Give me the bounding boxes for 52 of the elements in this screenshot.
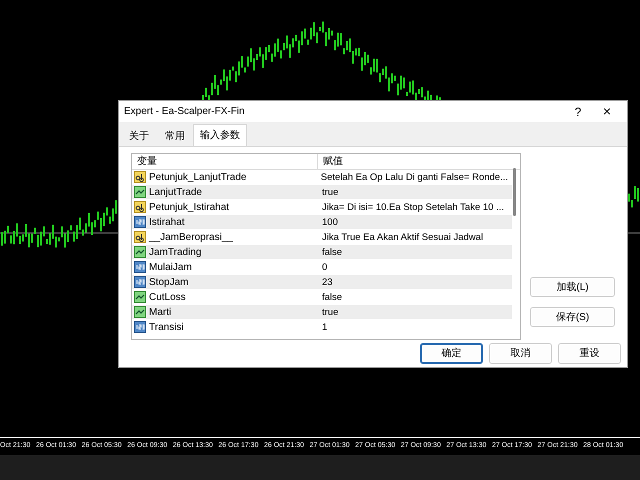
parameter-name: Marti (149, 306, 172, 320)
parameter-row[interactable]: StopJam 23 (132, 275, 512, 290)
parameter-value: 1 (321, 321, 328, 334)
text-type-icon (134, 171, 146, 184)
parameter-row[interactable]: Istirahat 100 (132, 215, 512, 230)
parameter-row[interactable]: Marti true (132, 305, 512, 320)
parameter-value: 100 (321, 216, 339, 230)
parameter-value: 0 (321, 261, 328, 274)
dialog-button[interactable]: 重设 (558, 343, 621, 364)
parameter-value: true (321, 186, 340, 200)
number-type-icon (134, 216, 146, 228)
parameter-value: Jika True Ea Akan Aktif Sesuai Jadwal (321, 231, 484, 244)
close-button[interactable]: × (592, 101, 622, 122)
parameter-value: Setelah Ea Op Lalu Di ganti False= Ronde... (320, 171, 509, 184)
dialog-button[interactable]: 取消 (489, 343, 552, 364)
parameter-name: JamTrading (149, 246, 202, 260)
parameter-name: __JamBeroprasi__ (149, 230, 233, 245)
number-type-icon (134, 276, 146, 288)
chart-type-icon (134, 291, 146, 304)
dialog-button[interactable]: 确定 (420, 343, 483, 364)
chart-type-icon (134, 186, 146, 198)
parameter-name: Petunjuk_Istirahat (149, 200, 230, 215)
side-button[interactable]: 保存(S) (530, 307, 615, 328)
parameter-value: 23 (321, 276, 334, 290)
parameter-row[interactable]: LanjutTrade true (132, 185, 512, 200)
parameter-name: CutLoss (149, 290, 186, 305)
number-type-icon (134, 321, 146, 334)
parameter-name: StopJam (149, 276, 188, 290)
column-header[interactable]: 赋值 (318, 154, 520, 170)
text-type-icon (134, 201, 146, 214)
parameter-name: Petunjuk_LanjutTrade (149, 170, 246, 185)
parameter-value: false (321, 291, 344, 304)
tab[interactable]: 关于 (121, 127, 157, 146)
parameter-name: Transisi (149, 320, 184, 335)
parameter-name: LanjutTrade (149, 186, 202, 200)
parameter-row[interactable]: JamTrading false (132, 245, 512, 260)
text-type-icon (134, 231, 146, 244)
parameter-value: Jika= Di isi= 10.Ea Stop Setelah Take 10 ... (321, 201, 506, 214)
tab[interactable]: 输入参数 (193, 124, 247, 146)
column-header[interactable]: 变量 (132, 154, 318, 170)
chart-type-icon (134, 306, 146, 318)
parameter-name: MulaiJam (149, 260, 192, 275)
number-type-icon (134, 261, 146, 274)
side-button[interactable]: 加载(L) (530, 277, 615, 298)
tab[interactable]: 常用 (157, 127, 193, 146)
parameter-name: Istirahat (149, 216, 185, 230)
parameter-value: false (321, 246, 344, 260)
chart-type-icon (134, 246, 146, 258)
scrollbar[interactable] (513, 168, 516, 216)
parameter-value: true (321, 306, 340, 320)
window-title: Expert - Ea-Scalper-FX-Fin (124, 105, 246, 120)
help-button[interactable]: ? (568, 102, 588, 121)
